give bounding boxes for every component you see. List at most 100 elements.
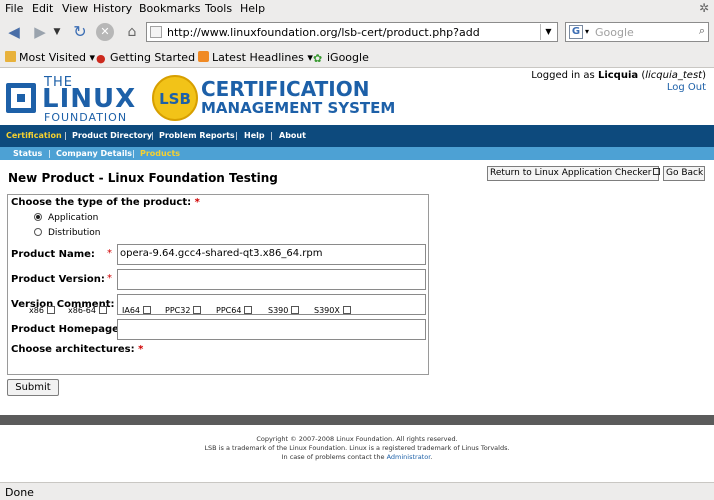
arch-checkbox[interactable] <box>98 306 107 314</box>
secondary-nav: Status | Company Details | Products <box>0 147 714 160</box>
menu-edit[interactable]: Edit <box>32 2 53 15</box>
search-box[interactable]: G ▾ Google ⌕ <box>565 22 709 42</box>
arch-ppc64[interactable]: PPC64 <box>216 306 253 315</box>
bookmark-label: Getting Started <box>110 51 196 64</box>
product-version-field[interactable] <box>117 269 426 290</box>
menu-history[interactable]: History <box>93 2 132 15</box>
menu-tools[interactable]: Tools <box>205 2 232 15</box>
new-product-form: Choose the type of the product: * Applic… <box>7 194 429 375</box>
bookmark-igoogle[interactable]: ✿ iGoogle <box>313 51 369 65</box>
product-version-label: Product Version: <box>11 274 105 285</box>
site-header: THE LINUX FOUNDATION LSB CERTIFICATION M… <box>0 69 714 125</box>
url-text[interactable]: http://www.linuxfoundation.org/lsb-cert/… <box>167 26 480 39</box>
arch-ppc32[interactable]: PPC32 <box>165 306 202 315</box>
subnav-company-details[interactable]: Company Details <box>56 149 132 158</box>
nav-certification[interactable]: Certification <box>6 131 62 140</box>
arch-label: PPC32 <box>165 306 191 315</box>
igoogle-icon: ✿ <box>313 52 323 65</box>
radio-application-label: Application <box>48 213 99 223</box>
status-text: Done <box>5 486 34 499</box>
arch-label: S390 <box>268 306 289 315</box>
nav-product-directory[interactable]: Product Directory <box>72 131 152 140</box>
arch-x86[interactable]: x86 <box>29 306 55 315</box>
radio-distribution[interactable] <box>34 228 42 236</box>
engine-dropdown-icon[interactable]: ▾ <box>585 24 589 40</box>
arch-label: IA64 <box>122 306 141 315</box>
product-homepage-field[interactable] <box>117 319 426 340</box>
bookmarks-toolbar: Most Visited ▾ ● Getting Started Latest H… <box>0 46 714 68</box>
forward-arrow-icon[interactable]: ▶ <box>30 22 50 42</box>
bookmark-latest-headlines[interactable]: Latest Headlines ▾ <box>198 51 313 64</box>
arch-s390[interactable]: S390 <box>268 306 300 315</box>
product-name-label: Product Name: <box>11 249 95 260</box>
arch-checkbox[interactable] <box>143 306 152 314</box>
submit-button[interactable]: Submit <box>7 379 59 396</box>
cms-title: CERTIFICATION <box>201 77 370 101</box>
radio-application[interactable] <box>34 213 42 221</box>
arch-label: S390X <box>314 306 340 315</box>
stop-icon[interactable]: ✕ <box>96 23 114 41</box>
arch-label: x86-64 <box>68 306 96 315</box>
bookmark-label: iGoogle <box>327 51 369 64</box>
nav-problem-reports[interactable]: Problem Reports <box>159 131 235 140</box>
footer-contact: In case of problems contact the Administ… <box>281 453 433 461</box>
lsb-badge-icon: LSB <box>152 75 198 121</box>
linux-foundation-mark-icon <box>6 83 36 113</box>
external-link-icon <box>653 168 661 175</box>
login-user: Licquia <box>597 70 639 81</box>
folder-icon <box>5 51 16 62</box>
go-back-button[interactable]: Go Back <box>663 166 705 181</box>
product-homepage-label: Product Homepage: <box>11 324 123 335</box>
arch-ia64[interactable]: IA64 <box>122 306 152 315</box>
subnav-products[interactable]: Products <box>140 149 180 158</box>
arch-x86-64[interactable]: x86-64 <box>68 306 107 315</box>
google-engine-icon[interactable]: G <box>569 25 583 39</box>
architectures-label: Choose architectures: * <box>11 344 144 355</box>
arch-s390x[interactable]: S390X <box>314 306 351 315</box>
nav-help[interactable]: Help <box>244 131 265 140</box>
administrator-link[interactable]: Administrator <box>387 453 431 461</box>
firefox-bookmark-icon: ● <box>96 52 106 65</box>
navigation-toolbar: ◀ ▶ ▼ ↻ ✕ ⌂ http://www.linuxfoundation.o… <box>0 18 714 46</box>
arch-checkbox[interactable] <box>46 306 55 314</box>
history-dropdown-icon[interactable]: ▼ <box>51 22 63 42</box>
search-placeholder[interactable]: Google <box>595 26 634 39</box>
page-title: New Product - Linux Foundation Testing <box>8 171 278 185</box>
arch-checkbox[interactable] <box>193 306 202 314</box>
search-icon[interactable]: ⌕ <box>699 24 705 38</box>
bookmark-getting-started[interactable]: ● Getting Started <box>96 51 196 65</box>
menu-help[interactable]: Help <box>240 2 265 15</box>
arch-checkbox[interactable] <box>342 306 351 314</box>
login-info: Logged in as Licquia (licquia_test) Log … <box>531 70 706 94</box>
back-arrow-icon[interactable]: ◀ <box>4 22 24 42</box>
menu-file[interactable]: File <box>5 2 23 15</box>
return-to-app-checker-button[interactable]: Return to Linux Application Checker <box>487 166 661 181</box>
return-button-label: Return to Linux Application Checker <box>490 168 652 178</box>
footer-copyright: Copyright © 2007-2008 Linux Foundation. … <box>256 435 458 443</box>
arch-checkbox[interactable] <box>291 306 300 314</box>
rss-feed-icon <box>198 51 209 62</box>
radio-distribution-label: Distribution <box>48 228 101 238</box>
url-dropdown-icon[interactable]: ▼ <box>540 24 556 40</box>
bookmark-most-visited[interactable]: Most Visited ▾ <box>5 51 95 64</box>
subnav-status[interactable]: Status <box>13 149 42 158</box>
arch-checkbox[interactable] <box>244 306 253 314</box>
footer-trademark: LSB is a trademark of the Linux Foundati… <box>204 444 510 452</box>
footer-divider <box>0 415 714 425</box>
arch-label: PPC64 <box>216 306 242 315</box>
login-account: licquia_test <box>645 70 703 81</box>
site-favicon-icon <box>150 26 162 38</box>
logout-link[interactable]: Log Out <box>531 82 706 94</box>
menu-bookmarks[interactable]: Bookmarks <box>139 2 200 15</box>
menu-view[interactable]: View <box>62 2 88 15</box>
login-prefix: Logged in as <box>531 70 595 81</box>
nav-about[interactable]: About <box>279 131 306 140</box>
web-page: THE LINUX FOUNDATION LSB CERTIFICATION M… <box>0 69 714 482</box>
url-bar[interactable]: http://www.linuxfoundation.org/lsb-cert/… <box>146 22 558 42</box>
home-icon[interactable]: ⌂ <box>122 22 142 42</box>
reload-icon[interactable]: ↻ <box>70 22 90 42</box>
status-bar: Done <box>0 482 714 500</box>
linux-foundation-logo[interactable]: THE LINUX FOUNDATION <box>6 75 146 124</box>
bookmark-label: Most Visited <box>19 51 86 64</box>
product-name-field[interactable]: opera-9.64.gcc4-shared-qt3.x86_64.rpm <box>117 244 426 265</box>
